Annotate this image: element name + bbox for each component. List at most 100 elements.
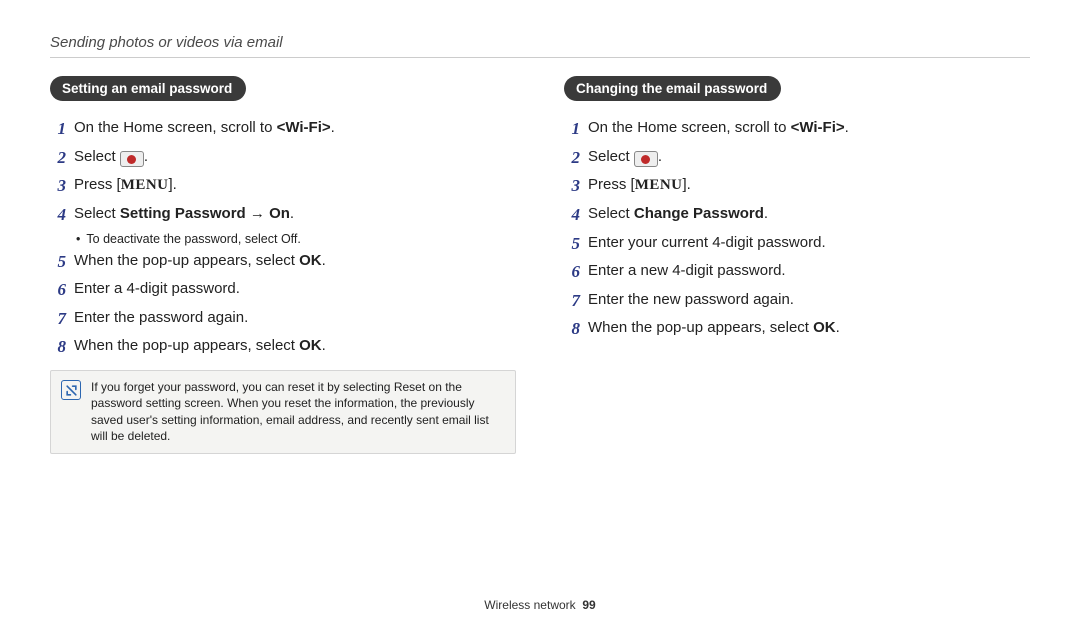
bold-text: Change Password xyxy=(634,205,764,222)
step-body: Press [MENU]. xyxy=(588,174,691,197)
text-run: Enter a new 4-digit password. xyxy=(588,262,786,279)
manual-page: Sending photos or videos via email Setti… xyxy=(0,0,1080,630)
step-item: 6Enter a new 4-digit password. xyxy=(564,260,1030,285)
step-number: 2 xyxy=(50,146,66,171)
step-item: 4 Select Setting Password → On. xyxy=(50,203,516,228)
step-item: 2 Select . xyxy=(564,146,1030,171)
step-item: 6Enter a 4-digit password. xyxy=(50,278,516,303)
step-number: 8 xyxy=(50,335,66,360)
email-app-icon xyxy=(634,151,658,167)
note-text: If you forget your password, you can res… xyxy=(91,379,505,444)
text-run: To deactivate the password, select xyxy=(86,232,281,246)
step-number: 7 xyxy=(564,289,580,314)
step-body: Enter your current 4-digit password. xyxy=(588,232,826,254)
text-run: When the pop-up appears, select xyxy=(588,319,813,336)
step-number: 8 xyxy=(564,317,580,342)
bold-text: <Wi-Fi> xyxy=(277,119,331,136)
step-body: When the pop-up appears, select OK. xyxy=(74,250,326,272)
page-footer: Wireless network 99 xyxy=(0,598,1080,612)
step-item: 1 On the Home screen, scroll to <Wi-Fi>. xyxy=(50,117,516,142)
bold-text: Off xyxy=(281,232,297,246)
menu-label: MENU xyxy=(121,177,169,193)
text-run: Enter the password again. xyxy=(74,309,248,326)
divider xyxy=(50,57,1030,58)
text-run: . xyxy=(845,119,849,136)
step-number: 3 xyxy=(564,174,580,199)
step-number: 4 xyxy=(564,203,580,228)
text-run: . xyxy=(322,337,326,354)
step-item: 8 When the pop-up appears, select OK. xyxy=(564,317,1030,342)
step-item: 1 On the Home screen, scroll to <Wi-Fi>. xyxy=(564,117,1030,142)
bold-text: Reset xyxy=(394,380,425,394)
step-number: 1 xyxy=(564,117,580,142)
step-body: Enter the password again. xyxy=(74,307,248,329)
text-run: When the pop-up appears, select xyxy=(74,337,299,354)
text-run: Press [ xyxy=(588,176,635,193)
text-run: . xyxy=(290,205,294,222)
text-run: ]. xyxy=(683,176,691,193)
text-run: Press [ xyxy=(74,176,121,193)
step-body: Enter the new password again. xyxy=(588,289,794,311)
page-section-title: Sending photos or videos via email xyxy=(50,34,1030,51)
text-run: . xyxy=(322,252,326,269)
right-column: Changing the email password 1 On the Home… xyxy=(564,76,1030,454)
step-body: On the Home screen, scroll to <Wi-Fi>. xyxy=(588,117,849,139)
left-column: Setting an email password 1 On the Home s… xyxy=(50,76,516,454)
note-icon xyxy=(61,380,81,400)
text-run: Select xyxy=(74,148,120,165)
step-body: Enter a 4-digit password. xyxy=(74,278,240,300)
text-run: On the Home screen, scroll to xyxy=(74,119,277,136)
text-run: . xyxy=(764,205,768,222)
footer-section: Wireless network xyxy=(484,598,575,612)
text-run: ]. xyxy=(169,176,177,193)
bold-text: OK xyxy=(813,319,836,336)
step-body: Select . xyxy=(588,146,662,168)
step-body: When the pop-up appears, select OK. xyxy=(588,317,840,339)
left-steps-list: 1On the Home screen, scroll to <Wi-Fi>.2… xyxy=(50,117,516,360)
step-body: On the Home screen, scroll to <Wi-Fi>. xyxy=(74,117,335,139)
bold-text: Setting Password xyxy=(120,205,246,222)
step-number: 7 xyxy=(50,307,66,332)
text-run: . xyxy=(144,148,148,165)
step-number: 3 xyxy=(50,174,66,199)
text-run: If you forget your password, you can res… xyxy=(91,380,394,394)
right-heading-pill: Changing the email password xyxy=(564,76,781,101)
text-run: Select xyxy=(588,205,634,222)
step-body: Select Change Password. xyxy=(588,203,768,225)
bold-text: On xyxy=(269,205,290,222)
step-item: 3 Press [MENU]. xyxy=(50,174,516,199)
step-number: 4 xyxy=(50,203,66,228)
menu-label: MENU xyxy=(635,177,683,193)
step-number: 2 xyxy=(564,146,580,171)
text-run: Enter the new password again. xyxy=(588,291,794,308)
subnote-text: To deactivate the password, select Off. xyxy=(86,232,301,246)
text-run: Select xyxy=(588,148,634,165)
bullet-icon xyxy=(76,232,80,246)
two-column-layout: Setting an email password 1 On the Home s… xyxy=(50,76,1030,454)
step-body: Press [MENU]. xyxy=(74,174,177,197)
step-body: When the pop-up appears, select OK. xyxy=(74,335,326,357)
step-number: 1 xyxy=(50,117,66,142)
step-item: 3 Press [MENU]. xyxy=(564,174,1030,199)
text-run: Select xyxy=(74,205,120,222)
text-run: Enter your current 4-digit password. xyxy=(588,234,826,251)
step-subnote: To deactivate the password, select Off. xyxy=(76,232,516,246)
left-heading-pill: Setting an email password xyxy=(50,76,246,101)
email-app-icon xyxy=(120,151,144,167)
text-run: Enter a 4-digit password. xyxy=(74,280,240,297)
bold-text: <Wi-Fi> xyxy=(791,119,845,136)
text-run: . xyxy=(297,232,300,246)
step-item: 5Enter your current 4-digit password. xyxy=(564,232,1030,257)
step-item: 4 Select Change Password. xyxy=(564,203,1030,228)
step-body: Select . xyxy=(74,146,148,168)
text-run: On the Home screen, scroll to xyxy=(588,119,791,136)
bold-text: OK xyxy=(299,337,322,354)
step-item: 2 Select . xyxy=(50,146,516,171)
step-item: 5 When the pop-up appears, select OK. xyxy=(50,250,516,275)
step-body: Enter a new 4-digit password. xyxy=(588,260,786,282)
text-run: → xyxy=(246,205,269,222)
footer-page-number: 99 xyxy=(582,598,595,612)
step-number: 5 xyxy=(50,250,66,275)
info-note: If you forget your password, you can res… xyxy=(50,370,516,454)
step-item: 7 Enter the password again. xyxy=(50,307,516,332)
